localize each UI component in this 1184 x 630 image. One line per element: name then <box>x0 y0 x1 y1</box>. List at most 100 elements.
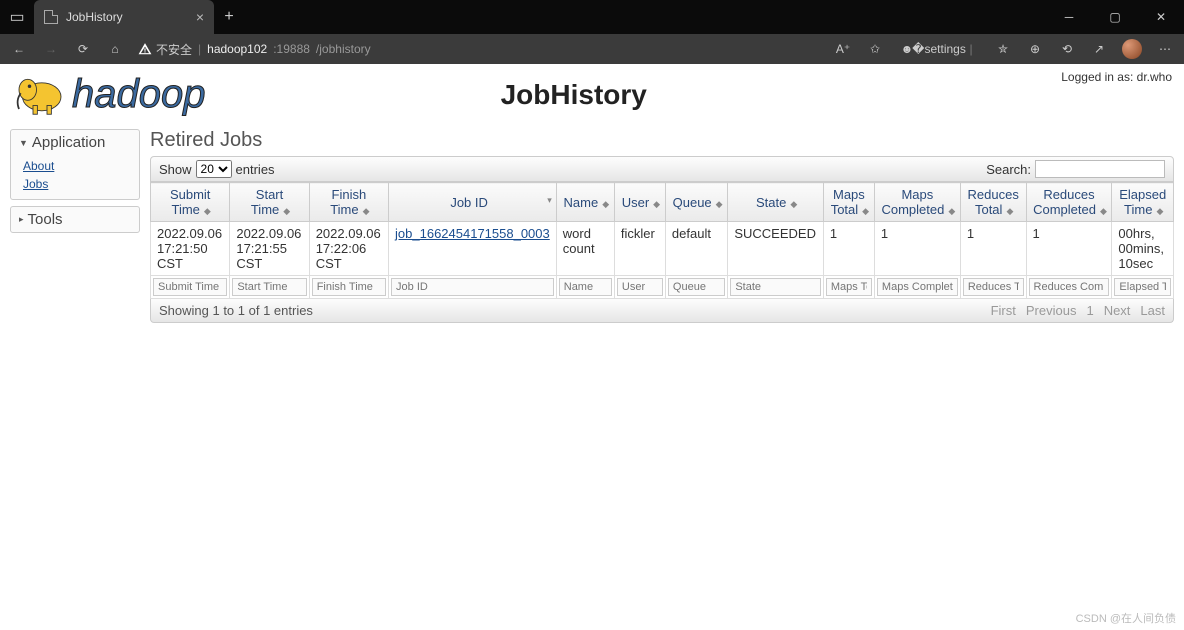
forward-button[interactable]: → <box>42 42 60 56</box>
jobs-table: Submit Time◆ Start Time◆ Finish Time◆ Jo… <box>150 182 1174 299</box>
browser-tab[interactable]: JobHistory × <box>34 0 214 34</box>
cell-reduces-completed: 1 <box>1026 222 1112 276</box>
warning-icon <box>138 42 152 56</box>
filter-name[interactable] <box>559 278 612 296</box>
col-job-id[interactable]: Job ID▾ <box>389 183 557 222</box>
datatable-footer: Showing 1 to 1 of 1 entries First Previo… <box>150 299 1174 323</box>
filter-submit-time[interactable] <box>153 278 227 296</box>
tab-bar: ▭ JobHistory × + ─ ▢ ✕ <box>0 0 1184 34</box>
col-elapsed-time[interactable]: Elapsed Time◆ <box>1112 183 1174 222</box>
page-icon <box>44 10 58 24</box>
collections-icon[interactable]: ⊕ <box>1026 40 1044 58</box>
sidebar-link-about[interactable]: About <box>23 159 54 173</box>
elephant-icon <box>12 73 68 117</box>
page-title: JobHistory <box>205 79 942 111</box>
sidebar-tools-label: Tools <box>28 211 63 228</box>
pager-next[interactable]: Next <box>1104 303 1131 318</box>
pager-previous[interactable]: Previous <box>1026 303 1077 318</box>
cell-job-id: job_1662454171558_0003 <box>389 222 557 276</box>
cell-submit-time: 2022.09.06 17:21:50 CST <box>151 222 230 276</box>
filter-queue[interactable] <box>668 278 725 296</box>
pager-last[interactable]: Last <box>1140 303 1165 318</box>
share-icon[interactable]: ↗ <box>1090 40 1108 58</box>
pager-page[interactable]: 1 <box>1086 303 1093 318</box>
cell-state: SUCCEEDED <box>728 222 824 276</box>
sidebar-tools-header[interactable]: ▸ Tools <box>11 207 139 232</box>
col-name[interactable]: Name◆ <box>556 183 614 222</box>
col-user[interactable]: User◆ <box>614 183 665 222</box>
expand-icon: ▸ <box>19 214 24 225</box>
insecure-warning[interactable]: 不安全 <box>138 41 192 58</box>
sidebar-tools: ▸ Tools <box>10 206 140 233</box>
close-window-button[interactable]: ✕ <box>1138 0 1184 34</box>
cell-finish-time: 2022.09.06 17:22:06 CST <box>309 222 388 276</box>
col-reduces-completed[interactable]: Reduces Completed◆ <box>1026 183 1112 222</box>
refresh-button[interactable]: ⟳ <box>74 42 92 56</box>
sidebar-application-header[interactable]: ▼ Application <box>11 130 139 155</box>
divider-icon: | <box>962 40 980 58</box>
col-start-time[interactable]: Start Time◆ <box>230 183 309 222</box>
search-label: Search: <box>986 162 1031 177</box>
cell-start-time: 2022.09.06 17:21:55 CST <box>230 222 309 276</box>
entries-select[interactable]: 20 <box>196 160 232 178</box>
new-tab-button[interactable]: + <box>214 0 244 34</box>
back-button[interactable]: ← <box>10 42 28 56</box>
table-row: 2022.09.06 17:21:50 CST 2022.09.06 17:21… <box>151 222 1174 276</box>
pager-first[interactable]: First <box>991 303 1016 318</box>
filter-state[interactable] <box>730 278 821 296</box>
home-button[interactable]: ⌂ <box>106 42 124 56</box>
search-input[interactable] <box>1035 160 1165 178</box>
extensions-icon[interactable]: �settings <box>930 40 948 58</box>
sidebar-link-jobs[interactable]: Jobs <box>23 177 48 191</box>
insecure-label: 不安全 <box>156 41 192 58</box>
col-submit-time[interactable]: Submit Time◆ <box>151 183 230 222</box>
sync-icon[interactable]: ⟲ <box>1058 40 1076 58</box>
url-path: /jobhistory <box>316 42 371 56</box>
close-tab-icon[interactable]: × <box>196 9 204 25</box>
read-aloud-icon[interactable]: A⁺ <box>834 40 852 58</box>
cell-maps-completed: 1 <box>874 222 960 276</box>
filter-reduces-completed[interactable] <box>1029 278 1110 296</box>
url-area[interactable]: 不安全 | hadoop102:19888/jobhistory <box>138 41 371 58</box>
sidebar-application: ▼ Application About Jobs <box>10 129 140 200</box>
url-divider: | <box>198 42 201 56</box>
cell-user: fickler <box>614 222 665 276</box>
url-port: :19888 <box>273 42 310 56</box>
sidebar-application-label: Application <box>32 134 105 151</box>
col-reduces-total[interactable]: Reduces Total◆ <box>960 183 1026 222</box>
job-link[interactable]: job_1662454171558_0003 <box>395 226 550 241</box>
tabs-menu-icon[interactable]: ▭ <box>0 0 34 34</box>
entries-info: Showing 1 to 1 of 1 entries <box>159 303 313 318</box>
cell-reduces-total: 1 <box>960 222 1026 276</box>
col-finish-time[interactable]: Finish Time◆ <box>309 183 388 222</box>
filter-finish-time[interactable] <box>312 278 386 296</box>
minimize-button[interactable]: ─ <box>1046 0 1092 34</box>
filter-maps-total[interactable] <box>826 278 872 296</box>
filter-row <box>151 276 1174 299</box>
filter-start-time[interactable] <box>232 278 306 296</box>
cell-elapsed-time: 00hrs, 00mins, 10sec <box>1112 222 1174 276</box>
logo-text: hadoop <box>72 72 205 117</box>
show-label: Show <box>159 162 192 177</box>
profile-avatar[interactable] <box>1122 39 1142 59</box>
cell-name: word count <box>556 222 614 276</box>
col-queue[interactable]: Queue◆ <box>665 183 727 222</box>
favorites-bar-icon[interactable]: ✮ <box>994 40 1012 58</box>
filter-reduces-total[interactable] <box>963 278 1024 296</box>
filter-maps-completed[interactable] <box>877 278 958 296</box>
favorite-icon[interactable]: ✩ <box>866 40 884 58</box>
hadoop-logo[interactable]: hadoop <box>12 72 205 117</box>
filter-elapsed-time[interactable] <box>1114 278 1171 296</box>
col-state[interactable]: State◆ <box>728 183 824 222</box>
more-menu-icon[interactable]: ⋯ <box>1156 40 1174 58</box>
content-title: Retired Jobs <box>150 129 1174 152</box>
maximize-button[interactable]: ▢ <box>1092 0 1138 34</box>
col-maps-total[interactable]: Maps Total◆ <box>823 183 874 222</box>
datatable-toolbar: Show 20 entries Search: <box>150 156 1174 182</box>
cell-maps-total: 1 <box>823 222 874 276</box>
cell-queue: default <box>665 222 727 276</box>
col-maps-completed[interactable]: Maps Completed◆ <box>874 183 960 222</box>
filter-user[interactable] <box>617 278 663 296</box>
filter-job-id[interactable] <box>391 278 554 296</box>
tab-title: JobHistory <box>66 10 123 24</box>
